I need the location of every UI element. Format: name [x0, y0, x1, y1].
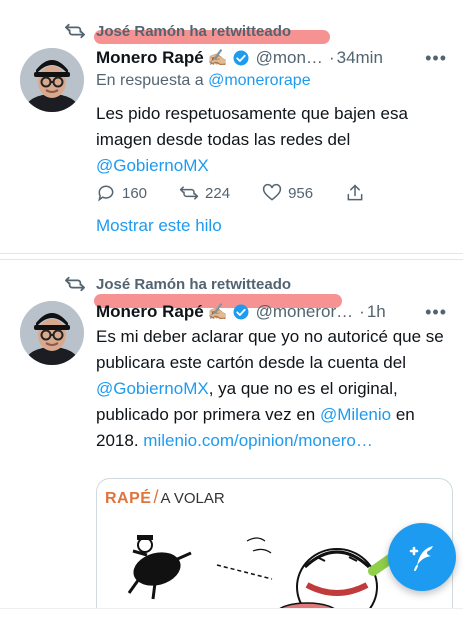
handle[interactable]: @mon… — [256, 48, 323, 68]
reply-count: 160 — [122, 184, 148, 202]
timestamp[interactable]: 1h — [367, 302, 386, 322]
verified-badge-icon — [232, 49, 250, 67]
reply-icon — [98, 185, 114, 202]
writing-hand-emoji: ✍🏼 — [207, 50, 228, 67]
compose-tweet-icon — [409, 546, 433, 571]
tweet-header: Monero Rapé ✍🏼 @mon… · 34min ••• — [96, 46, 455, 70]
reply-prefix: En respuesta a — [96, 72, 204, 89]
reply-button[interactable]: 160 — [96, 183, 147, 203]
retweet-icon — [179, 186, 199, 200]
reply-context: En respuesta a @monerorape — [96, 72, 311, 90]
separator-dot: · — [359, 302, 365, 321]
compose-tweet-button[interactable] — [388, 523, 456, 591]
show-thread-link[interactable]: Mostrar este hilo — [96, 216, 222, 236]
bottom-divider — [0, 608, 463, 620]
tweet-header: Monero Rapé ✍🏼 @moneror… · 1h ••• — [96, 300, 455, 324]
avatar[interactable] — [20, 48, 84, 112]
mention-link-milenio[interactable]: @Milenio — [320, 405, 391, 424]
separator-dot: · — [328, 48, 335, 67]
tweet-text: Les pido respetuosamente que bajen esa i… — [96, 101, 451, 179]
mention-link-gobiernomx[interactable]: @GobiernoMX — [96, 379, 209, 398]
share-button[interactable] — [345, 183, 371, 203]
tweet-text-content: Les pido respetuosamente que bajen esa i… — [96, 104, 408, 149]
tweet-1[interactable]: José Ramón ha retwitteado Monero Rapé ✍🏼… — [0, 0, 463, 254]
more-options-icon[interactable]: ••• — [425, 302, 447, 323]
like-button[interactable]: 956 — [262, 183, 313, 203]
verified-badge-icon — [232, 303, 250, 321]
like-count: 956 — [288, 184, 314, 202]
tweet-actions: 160 224 956 — [96, 183, 403, 203]
display-name[interactable]: Monero Rapé — [96, 302, 204, 322]
mention-link[interactable]: @GobiernoMX — [96, 156, 209, 175]
tweet-text-part-1: Es mi deber aclarar que yo no autoricé q… — [96, 327, 444, 372]
retweeted-by-line: José Ramón ha retwitteado — [62, 273, 291, 295]
retweet-button[interactable]: 224 — [179, 183, 230, 203]
retweeted-by-line: José Ramón ha retwitteado — [62, 20, 291, 42]
share-icon — [347, 184, 363, 201]
retweeted-by-label[interactable]: José Ramón ha retwitteado — [96, 23, 291, 40]
writing-hand-emoji: ✍🏼 — [207, 304, 228, 321]
retweet-icon — [62, 274, 88, 294]
reply-handle-link[interactable]: @monerorape — [208, 72, 311, 89]
tweet-text: Es mi deber aclarar que yo no autoricé q… — [96, 324, 451, 454]
handle[interactable]: @moneror… — [256, 302, 354, 322]
avatar[interactable] — [20, 301, 84, 365]
display-name[interactable]: Monero Rapé — [96, 48, 204, 68]
retweet-icon — [62, 21, 88, 41]
like-icon — [262, 183, 282, 201]
timestamp[interactable]: 34min — [337, 48, 383, 68]
retweeted-by-label[interactable]: José Ramón ha retwitteado — [96, 276, 291, 293]
retweet-count: 224 — [205, 184, 231, 202]
more-options-icon[interactable]: ••• — [425, 48, 447, 69]
url-link[interactable]: milenio.com/opinion/monero… — [143, 431, 373, 450]
